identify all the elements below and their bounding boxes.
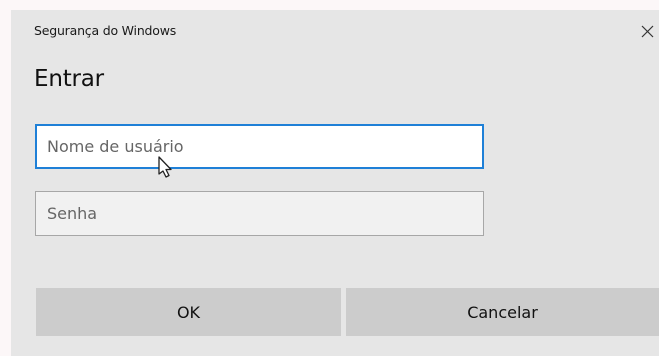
close-icon xyxy=(641,25,654,38)
window-title: Segurança do Windows xyxy=(34,23,177,38)
username-input[interactable] xyxy=(35,124,484,169)
ok-button[interactable]: OK xyxy=(36,288,341,336)
dialog-heading: Entrar xyxy=(34,66,104,92)
windows-security-dialog: Segurança do Windows Entrar OK Cancelar xyxy=(11,10,659,356)
close-button[interactable] xyxy=(639,18,659,44)
password-input[interactable] xyxy=(35,191,484,236)
cancel-button[interactable]: Cancelar xyxy=(346,288,659,336)
